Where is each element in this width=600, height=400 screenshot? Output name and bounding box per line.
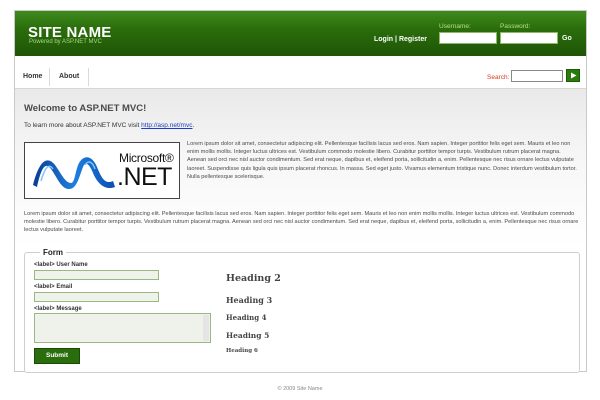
footer-copyright: © 2009 Site Name — [277, 386, 323, 392]
password-input[interactable] — [500, 32, 558, 44]
login-separator: | — [395, 36, 397, 43]
nav-about[interactable]: About — [59, 69, 79, 85]
username-input[interactable] — [439, 32, 497, 44]
search-label: Search: — [487, 74, 510, 81]
site-header: SITE NAME Powered by ASP.NET MVC Login |… — [15, 11, 586, 56]
login-link[interactable]: Login — [374, 36, 393, 43]
search-button[interactable] — [566, 69, 580, 82]
page-container: SITE NAME Powered by ASP.NET MVC Login |… — [14, 10, 587, 373]
learn-more-text: To learn more about ASP.NET MVC visit ht… — [24, 122, 194, 129]
login-register-links: Login | Register — [374, 36, 427, 43]
nav-home[interactable]: Home — [23, 69, 42, 85]
username-field-label: <label> User Name — [34, 262, 88, 268]
dotnet-wordmark: .NET — [117, 163, 172, 191]
nav-divider — [88, 68, 89, 86]
search-input[interactable] — [511, 70, 563, 82]
message-textarea[interactable] — [34, 313, 211, 343]
form-legend: Form — [40, 248, 66, 257]
username-label: Username: — [439, 23, 471, 30]
asp-net-mvc-link[interactable]: http://asp.net/mvc — [141, 122, 192, 129]
learn-more-suffix: . — [192, 122, 195, 129]
message-scrollbar[interactable] — [203, 315, 209, 341]
heading-6: Heading 6 — [226, 348, 258, 354]
main-content: Welcome to ASP.NET MVC! To learn more ab… — [15, 89, 586, 373]
play-arrow-icon — [570, 72, 576, 79]
dotnet-logo: Microsoft® .NET — [24, 142, 180, 199]
go-button[interactable]: Go — [562, 35, 572, 42]
nav-divider — [49, 68, 50, 86]
password-label: Password: — [500, 23, 531, 30]
nav-bar: Home About Search: — [15, 56, 586, 89]
body-paragraph: Lorem ipsum dolor sit amet, consectetur … — [24, 211, 579, 234]
heading-4: Heading 4 — [226, 313, 267, 322]
submit-button[interactable]: Submit — [34, 348, 80, 364]
username-field[interactable] — [34, 270, 159, 280]
dotnet-wave-icon — [33, 157, 115, 189]
message-field-label: <label> Message — [34, 306, 82, 312]
learn-more-prefix: To learn more about ASP.NET MVC visit — [24, 122, 142, 129]
site-tagline: Powered by ASP.NET MVC — [29, 39, 102, 45]
page-title: Welcome to ASP.NET MVC! — [24, 103, 147, 114]
intro-paragraph: Lorem ipsum dolor sit amet, consectetur … — [187, 141, 577, 180]
register-link[interactable]: Register — [399, 36, 427, 43]
email-field-label: <label> Email — [34, 284, 73, 290]
email-field[interactable] — [34, 292, 159, 302]
heading-5: Heading 5 — [226, 331, 270, 340]
heading-3: Heading 3 — [226, 295, 273, 305]
heading-2: Heading 2 — [226, 273, 281, 284]
sample-form: Form <label> User Name <label> Email <la… — [24, 248, 580, 373]
